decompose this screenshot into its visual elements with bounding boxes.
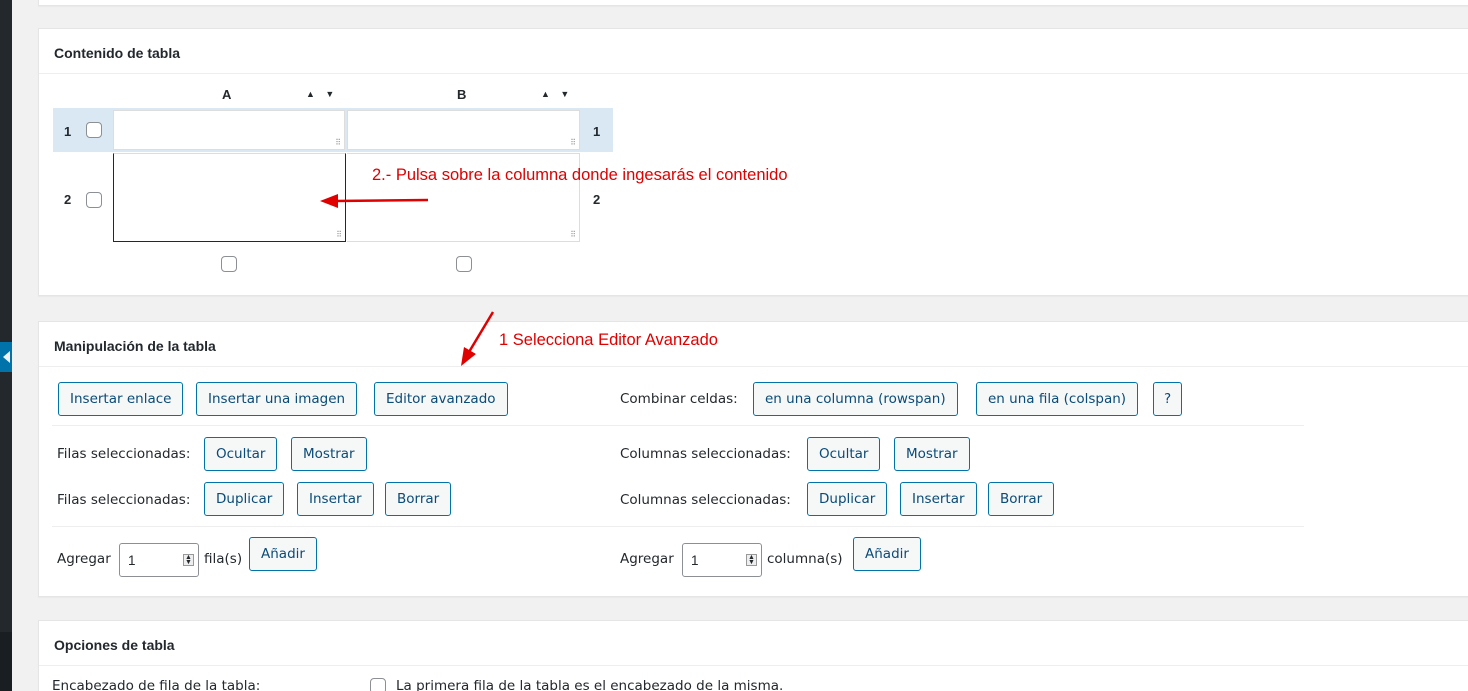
- add-rows-label: Agregar: [57, 551, 111, 567]
- column-b-sort-icon[interactable]: ▲ ▼: [541, 89, 573, 99]
- resize-grip-icon[interactable]: ⠿: [336, 230, 342, 239]
- rows-insert-button[interactable]: Insertar: [297, 482, 374, 516]
- cell-1-b[interactable]: ⠿: [347, 110, 580, 150]
- admin-sidebar: [0, 0, 12, 691]
- row-number-2: 2: [64, 192, 72, 207]
- column-header-b: B: [457, 87, 467, 102]
- rows-hide-button[interactable]: Ocultar: [204, 437, 278, 471]
- divider: [52, 526, 1304, 527]
- resize-grip-icon[interactable]: ⠿: [570, 230, 576, 239]
- row-number-1: 1: [64, 124, 72, 139]
- spinner-icon[interactable]: ▲ ▼: [183, 554, 194, 566]
- cols-selected-label-2: Columnas seleccionadas:: [620, 492, 791, 508]
- resize-grip-icon[interactable]: ⠿: [335, 138, 341, 147]
- row-2-checkbox[interactable]: [86, 192, 102, 208]
- insert-link-button[interactable]: Insertar enlace: [58, 382, 184, 416]
- column-header-a: A: [222, 87, 232, 102]
- previous-postbox: [38, 0, 1468, 6]
- rows-duplicate-button[interactable]: Duplicar: [204, 482, 285, 516]
- first-row-option: Encabezado de fila de la tabla: La prime…: [52, 678, 783, 691]
- first-row-checkbox[interactable]: [370, 678, 386, 691]
- column-a-sort-icon[interactable]: ▲ ▼: [306, 89, 338, 99]
- resize-grip-icon[interactable]: ⠿: [570, 138, 576, 147]
- cols-unit-label: columna(s): [767, 551, 843, 567]
- divider: [52, 425, 1304, 426]
- table-content-title: Contenido de tabla: [39, 29, 1468, 74]
- row-1-checkbox[interactable]: [86, 122, 102, 138]
- cols-count-value: 1: [691, 553, 699, 568]
- rows-selected-label: Filas seleccionadas:: [57, 446, 191, 462]
- cols-delete-button[interactable]: Borrar: [988, 482, 1055, 516]
- rows-count-value: 1: [128, 553, 136, 568]
- table-manipulation-title: Manipulación de la tabla: [39, 322, 1468, 367]
- annotation-step-1: 1 Selecciona Editor Avanzado: [499, 331, 718, 349]
- cols-hide-button[interactable]: Ocultar: [807, 437, 881, 471]
- advanced-editor-button[interactable]: Editor avanzado: [374, 382, 508, 416]
- merge-cells-label: Combinar celdas:: [620, 391, 738, 407]
- collapse-menu-icon[interactable]: [0, 342, 12, 372]
- first-row-label: Encabezado de fila de la tabla:: [52, 678, 261, 691]
- rowspan-button[interactable]: en una columna (rowspan): [753, 382, 958, 416]
- cols-show-button[interactable]: Mostrar: [894, 437, 970, 471]
- cols-selected-label: Columnas seleccionadas:: [620, 446, 791, 462]
- add-rows-button[interactable]: Añadir: [249, 537, 317, 571]
- rows-show-button[interactable]: Mostrar: [291, 437, 367, 471]
- cols-count-input[interactable]: 1 ▲ ▼: [682, 543, 762, 577]
- row-number-2-right: 2: [593, 192, 601, 207]
- rows-delete-button[interactable]: Borrar: [385, 482, 452, 516]
- cols-insert-button[interactable]: Insertar: [900, 482, 977, 516]
- first-row-description: La primera fila de la tabla es el encabe…: [396, 678, 784, 691]
- sidebar-footer: [0, 632, 12, 691]
- rows-selected-label-2: Filas seleccionadas:: [57, 492, 191, 508]
- table-options-title: Opciones de tabla: [39, 621, 1468, 666]
- rows-unit-label: fila(s): [204, 551, 243, 567]
- column-a-checkbox[interactable]: [221, 256, 237, 272]
- cols-duplicate-button[interactable]: Duplicar: [807, 482, 888, 516]
- rows-count-input[interactable]: 1 ▲ ▼: [119, 543, 199, 577]
- cell-2-a[interactable]: ⠿: [113, 153, 346, 242]
- insert-image-button[interactable]: Insertar una imagen: [196, 382, 358, 416]
- cell-1-a[interactable]: ⠿: [113, 110, 345, 150]
- add-cols-button[interactable]: Añadir: [853, 537, 921, 571]
- colspan-button[interactable]: en una fila (colspan): [976, 382, 1139, 416]
- row-number-1-right: 1: [593, 124, 601, 139]
- spinner-icon[interactable]: ▲ ▼: [746, 554, 757, 566]
- annotation-step-2: 2.- Pulsa sobre la columna donde ingesar…: [372, 166, 788, 184]
- merge-help-button[interactable]: ?: [1153, 382, 1183, 416]
- column-b-checkbox[interactable]: [456, 256, 472, 272]
- add-cols-label: Agregar: [620, 551, 674, 567]
